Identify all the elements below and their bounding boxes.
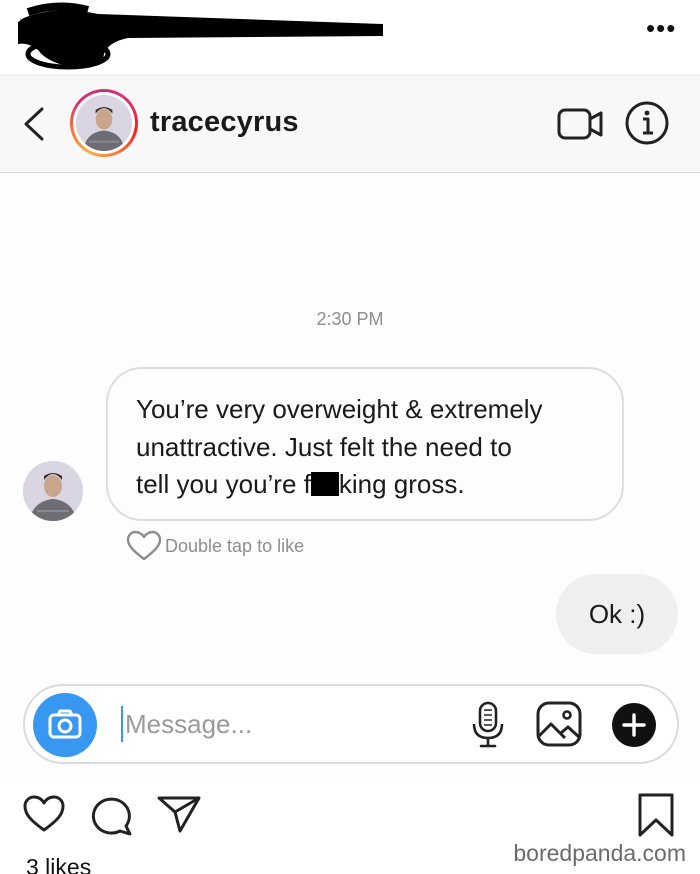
paper-plane-icon bbox=[157, 796, 201, 833]
video-camera-icon bbox=[557, 108, 603, 140]
likes-count[interactable]: 3 likes bbox=[26, 854, 91, 874]
add-content-button[interactable] bbox=[611, 702, 657, 748]
message-line: You’re very overweight & extremely bbox=[136, 394, 543, 424]
plus-circle-icon bbox=[612, 703, 656, 747]
microphone-icon bbox=[472, 701, 504, 748]
message-line: unattractive. Just felt the need to bbox=[136, 431, 512, 462]
microphone-button[interactable] bbox=[471, 700, 505, 750]
message-text: tell you you’re f bbox=[136, 469, 311, 499]
chevron-left-icon bbox=[24, 107, 44, 141]
gallery-button[interactable] bbox=[535, 700, 583, 748]
heart-outline-icon bbox=[126, 530, 162, 561]
share-button[interactable] bbox=[156, 794, 202, 834]
comment-button[interactable] bbox=[90, 794, 134, 836]
outgoing-message-bubble[interactable]: Ok :) bbox=[556, 574, 678, 654]
heart-icon bbox=[23, 795, 65, 832]
image-icon bbox=[536, 701, 582, 747]
message-timestamp: 2:30 PM bbox=[316, 309, 384, 329]
save-button[interactable] bbox=[636, 792, 676, 838]
avatar bbox=[76, 95, 132, 151]
dm-header: tracecyrus bbox=[0, 75, 700, 173]
redaction-scribble bbox=[18, 2, 383, 70]
chat-username[interactable]: tracecyrus bbox=[150, 106, 299, 139]
like-hint-text: Double tap to like bbox=[165, 536, 305, 556]
more-options-button[interactable]: ••• bbox=[646, 15, 676, 41]
camera-icon bbox=[48, 709, 82, 739]
message-input[interactable] bbox=[121, 706, 421, 742]
message-line: tell you you’re f king gross. bbox=[136, 466, 594, 504]
video-call-button[interactable] bbox=[556, 104, 606, 144]
message-text: king gross. bbox=[338, 469, 465, 499]
like-button[interactable] bbox=[22, 794, 66, 834]
back-button[interactable] bbox=[18, 104, 52, 144]
info-icon bbox=[625, 101, 669, 145]
post-header: ••• bbox=[0, 0, 700, 75]
camera-button[interactable] bbox=[33, 693, 97, 757]
message-composer bbox=[23, 684, 679, 764]
post-action-bar: 3 likes boredpanda.com bbox=[0, 782, 700, 874]
bookmark-icon bbox=[638, 793, 674, 837]
comment-icon bbox=[91, 797, 132, 836]
sender-avatar[interactable] bbox=[23, 461, 83, 521]
incoming-message-bubble[interactable]: You’re very overweight & extremely unatt… bbox=[106, 367, 624, 521]
censor-bar bbox=[310, 472, 339, 496]
info-button[interactable] bbox=[624, 100, 670, 146]
instagram-dm-screenshot: ••• tracecyrus 2:30 PM You’re very overw… bbox=[0, 0, 700, 874]
source-watermark: boredpanda.com bbox=[513, 840, 686, 866]
profile-avatar-button[interactable] bbox=[70, 89, 138, 157]
